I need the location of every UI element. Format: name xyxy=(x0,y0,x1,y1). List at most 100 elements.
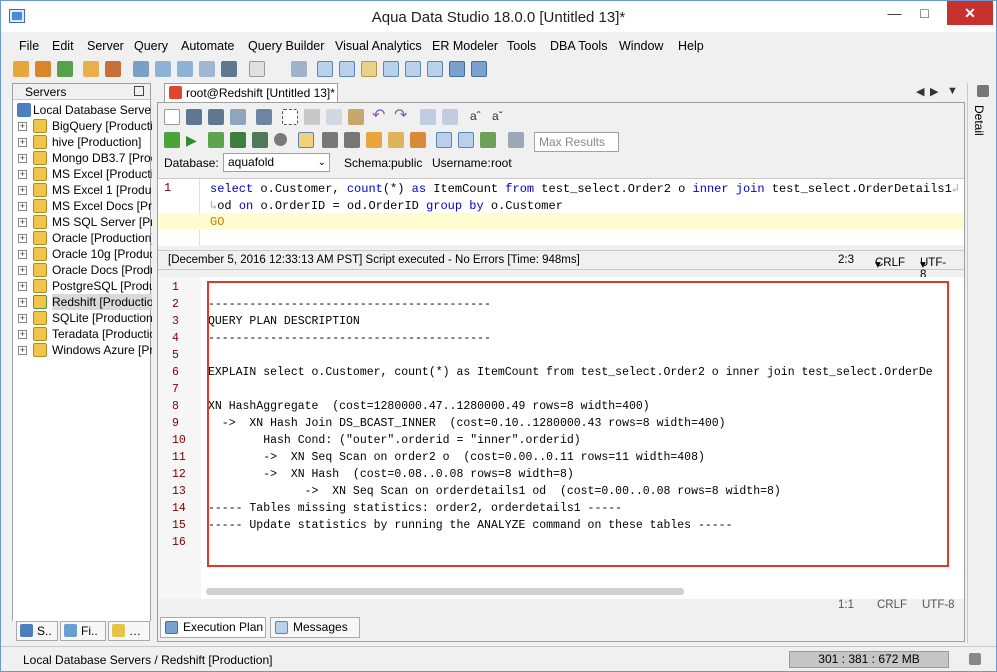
compare-icon[interactable] xyxy=(199,61,215,77)
execute-edit-icon[interactable] xyxy=(230,132,246,148)
tree-item[interactable]: + Mongo DB3.7 [Produ xyxy=(13,150,152,166)
connect-icon[interactable] xyxy=(57,61,73,77)
layout-7-icon[interactable] xyxy=(449,61,465,77)
query-window-icon[interactable] xyxy=(133,61,149,77)
menu-query-builder[interactable]: Query Builder xyxy=(248,39,324,53)
undo-icon[interactable]: ↶ xyxy=(372,108,388,125)
format-icon[interactable] xyxy=(388,132,404,148)
tab-list-icon[interactable]: ▼ xyxy=(947,85,958,97)
transaction-icon[interactable] xyxy=(410,132,426,148)
cut-icon[interactable] xyxy=(304,109,320,125)
expand-icon[interactable]: + xyxy=(18,250,27,259)
expand-icon[interactable]: + xyxy=(18,170,27,179)
server-tools-icon[interactable] xyxy=(105,61,121,77)
layout-8-icon[interactable] xyxy=(471,61,487,77)
tree-root[interactable]: Local Database Servers xyxy=(13,102,152,118)
document-icon[interactable] xyxy=(249,61,265,77)
expand-icon[interactable]: + xyxy=(18,314,27,323)
minimize-button[interactable]: — xyxy=(881,1,908,25)
menu-dba-tools[interactable]: DBA Tools xyxy=(550,39,607,53)
tree-item[interactable]: + hive [Production] xyxy=(13,134,152,150)
tree-item[interactable]: + MS SQL Server [Prod xyxy=(13,214,152,230)
tab-servers[interactable]: S.. xyxy=(16,621,58,641)
detail-panel[interactable]: Detail xyxy=(967,83,996,643)
schema-icon[interactable] xyxy=(291,61,307,77)
tree-item[interactable]: + MS Excel 1 [Producti xyxy=(13,182,152,198)
server-properties-icon[interactable] xyxy=(83,61,99,77)
max-results-input[interactable]: Max Results xyxy=(534,132,619,152)
paste-icon[interactable] xyxy=(348,109,364,125)
tab-messages[interactable]: Messages xyxy=(270,617,360,638)
execute-current-icon[interactable] xyxy=(208,132,224,148)
restore-icon[interactable] xyxy=(977,85,989,97)
stop-icon[interactable] xyxy=(274,133,287,146)
redo-icon[interactable]: ↷ xyxy=(394,108,410,125)
expand-icon[interactable]: + xyxy=(18,298,27,307)
tree-item-selected[interactable]: + Redshift [Production xyxy=(13,294,152,310)
results-text-icon[interactable] xyxy=(458,132,474,148)
expand-icon[interactable]: + xyxy=(18,218,27,227)
tree-item[interactable]: + Oracle Docs [Product xyxy=(13,262,152,278)
tree-item[interactable]: + BigQuery [Production xyxy=(13,118,152,134)
restore-icon[interactable] xyxy=(134,86,144,96)
rollback-icon[interactable] xyxy=(344,132,360,148)
increase-font-icon[interactable]: aˆ xyxy=(470,109,486,125)
menu-er-modeler[interactable]: ER Modeler xyxy=(432,39,498,53)
execute-icon[interactable] xyxy=(164,132,180,148)
menu-visual-analytics[interactable]: Visual Analytics xyxy=(335,39,422,53)
menu-window[interactable]: Window xyxy=(619,39,663,53)
close-button[interactable]: ✕ xyxy=(947,1,993,25)
open-icon[interactable] xyxy=(186,109,202,125)
replace-icon[interactable] xyxy=(442,109,458,125)
select-icon[interactable] xyxy=(282,109,298,125)
menu-tools[interactable]: Tools xyxy=(507,39,536,53)
layout-5-icon[interactable] xyxy=(405,61,421,77)
expand-icon[interactable]: + xyxy=(18,266,27,275)
menu-server[interactable]: Server xyxy=(87,39,124,53)
layout-1-icon[interactable] xyxy=(317,61,333,77)
expand-icon[interactable]: + xyxy=(18,122,27,131)
decrease-font-icon[interactable]: aˇ xyxy=(492,109,508,125)
tree-item[interactable]: + SQLite [Production] xyxy=(13,310,152,326)
layout-2-icon[interactable] xyxy=(339,61,355,77)
tree-item[interactable]: + Oracle 10g [Producti xyxy=(13,246,152,262)
horizontal-scrollbar[interactable] xyxy=(206,588,684,595)
query-analyzer-icon[interactable] xyxy=(155,61,171,77)
query-builder-icon[interactable] xyxy=(177,61,193,77)
find-icon[interactable] xyxy=(420,109,436,125)
menu-help[interactable]: Help xyxy=(678,39,704,53)
run-icon[interactable]: ▶ xyxy=(186,132,202,148)
commit-icon[interactable] xyxy=(322,132,338,148)
expand-icon[interactable]: + xyxy=(18,330,27,339)
edit-server-icon[interactable] xyxy=(35,61,51,77)
expand-icon[interactable]: + xyxy=(18,346,27,355)
layout-4-icon[interactable] xyxy=(383,61,399,77)
results-tree-icon[interactable] xyxy=(480,132,496,148)
save-icon[interactable] xyxy=(208,109,224,125)
query-options-icon[interactable] xyxy=(508,132,524,148)
menu-automate[interactable]: Automate xyxy=(181,39,235,53)
menu-file[interactable]: File xyxy=(19,39,39,53)
auto-commit-icon[interactable] xyxy=(366,132,382,148)
menu-edit[interactable]: Edit xyxy=(52,39,74,53)
tree-item[interactable]: + MS Excel [Production xyxy=(13,166,152,182)
tree-item[interactable]: + PostgreSQL [Product xyxy=(13,278,152,294)
expand-icon[interactable]: + xyxy=(18,202,27,211)
print-icon[interactable] xyxy=(256,109,272,125)
register-server-icon[interactable] xyxy=(13,61,29,77)
save-all-icon[interactable] xyxy=(230,109,246,125)
new-icon[interactable] xyxy=(164,109,180,125)
tab-editor[interactable]: root@Redshift [Untitled 13]* xyxy=(164,83,338,102)
layout-3-icon[interactable] xyxy=(361,61,377,77)
layout-6-icon[interactable] xyxy=(427,61,443,77)
tab-right-icon[interactable]: ▶ xyxy=(930,85,938,98)
tab-execution-plan[interactable]: Execution Plan xyxy=(160,617,266,638)
tab-left-icon[interactable]: ◀ xyxy=(916,85,924,98)
expand-icon[interactable]: + xyxy=(18,138,27,147)
maximize-button[interactable]: □ xyxy=(911,1,938,25)
garbage-collect-icon[interactable] xyxy=(969,653,981,665)
tab-projects[interactable]: … xyxy=(108,621,150,641)
tab-files[interactable]: Fi.. xyxy=(60,621,106,641)
results-grid-icon[interactable] xyxy=(436,132,452,148)
expand-icon[interactable]: + xyxy=(18,154,27,163)
